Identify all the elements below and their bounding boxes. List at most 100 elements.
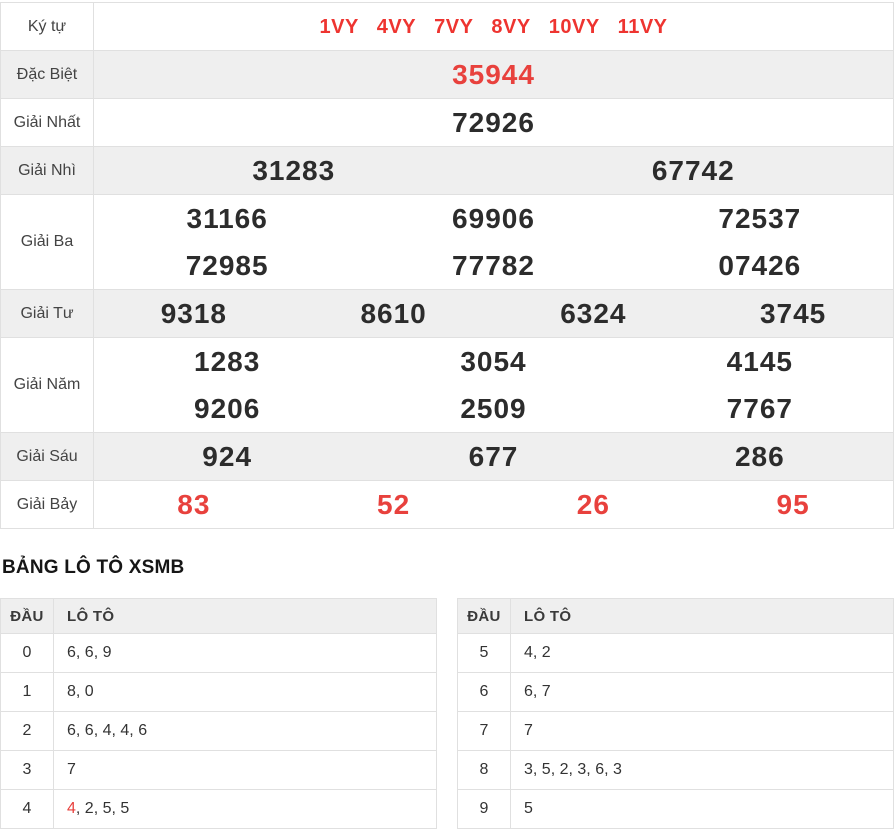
- prize-value: 677: [468, 440, 519, 472]
- loto-dau: 8: [457, 750, 511, 790]
- col-header-loto: LÔ TÔ: [510, 598, 894, 634]
- loto-value: 8: [67, 683, 76, 700]
- prize-value: 52: [377, 488, 411, 520]
- loto-value: 0: [84, 683, 94, 700]
- loto-value: 2: [559, 761, 569, 778]
- loto-values: 6, 7: [524, 683, 551, 700]
- loto-value: 6: [138, 722, 148, 739]
- prize-row: Giải Bảy 83 52 26 95: [0, 480, 894, 529]
- prize-value: 31283: [252, 154, 336, 186]
- loto-value: 2: [541, 644, 551, 661]
- prize-value: 9206: [194, 392, 261, 424]
- prize-label: Giải Bảy: [0, 480, 94, 529]
- prize-values: 9318 8610 6324 3745: [94, 290, 894, 338]
- kytu-value: 1VY: [319, 15, 359, 38]
- loto-row: 1 8, 0: [0, 672, 437, 712]
- prize-value: 3745: [759, 297, 827, 329]
- prize-value: 8610: [360, 297, 427, 329]
- loto-value: 6: [84, 644, 94, 661]
- prize-label: Ký tự: [0, 2, 94, 51]
- prize-label: Giải Tư: [0, 289, 94, 338]
- prize-line: 9318 8610 6324 3745: [94, 290, 893, 337]
- loto-values: 7: [511, 712, 894, 751]
- xsmb-results-page: Ký tự 1VY 4VY 7VY 8VY 10VY 11VY Đặc Biệt 35944 Gi…: [0, 2, 894, 829]
- prize-row: Giải Năm 1283 3054 4145 9206 2509 7767: [0, 337, 894, 433]
- prize-label: Giải Nhì: [0, 146, 94, 195]
- col-header-dau: ĐẦU: [457, 598, 511, 634]
- prize-values: 72926: [94, 99, 894, 147]
- loto-tables: ĐẦU LÔ TÔ 0 6, 6, 9 1 8, 0 2 6, 6, 4, 4, 6374…: [0, 598, 894, 829]
- loto-values: 3, 5, 2, 3, 6, 3: [524, 761, 622, 778]
- prize-values: 924 677 286: [94, 433, 894, 481]
- prize-values: 31283 67742: [94, 147, 894, 195]
- loto-dau: 9: [457, 789, 511, 829]
- col-header-dau: ĐẦU: [0, 598, 54, 634]
- prize-value: 95: [776, 488, 810, 520]
- loto-header-row: ĐẦU LÔ TÔ: [457, 598, 894, 634]
- loto-value: 7: [541, 683, 551, 700]
- prize-value: 924: [202, 440, 253, 472]
- prize-value: 7767: [726, 392, 793, 424]
- prize-label: Đặc Biệt: [0, 50, 94, 99]
- prize-value: 72537: [718, 202, 802, 234]
- loto-value: 7: [524, 722, 533, 739]
- loto-values: 6, 6, 9: [67, 644, 112, 661]
- prize-value: 4145: [726, 345, 793, 377]
- loto-row: 8 3, 5, 2, 3, 6, 3: [457, 750, 894, 790]
- prize-value: 9318: [160, 297, 228, 329]
- prize-line: 1VY 4VY 7VY 8VY 10VY 11VY: [94, 3, 893, 50]
- loto-dau: 1: [0, 672, 54, 712]
- kytu-value: 11VY: [617, 15, 668, 38]
- loto-table-left: ĐẦU LÔ TÔ 0 6, 6, 9 1 8, 0 2 6, 6, 4, 4, 6374…: [0, 598, 437, 829]
- prize-line: 72926: [94, 99, 893, 146]
- prize-label: Giải Sáu: [0, 432, 94, 481]
- prize-values: 83 52 26 95: [94, 481, 894, 529]
- loto-value: 4: [120, 722, 130, 739]
- loto-dau: 5: [457, 633, 511, 673]
- loto-dau: 6: [457, 672, 511, 712]
- prize-value: 69906: [452, 202, 535, 234]
- loto-value: 9: [102, 644, 112, 661]
- kytu-value: 10VY: [548, 15, 600, 38]
- loto-row: 77: [457, 711, 894, 751]
- loto-dau: 0: [0, 633, 54, 673]
- loto-value: 6: [524, 683, 533, 700]
- prize-label: Giải Năm: [0, 337, 94, 433]
- loto-values: 6, 6, 4, 4, 6: [67, 722, 148, 739]
- prize-value: 72985: [185, 249, 269, 281]
- prize-line: 83 52 26 95: [94, 481, 893, 528]
- prize-row: Giải Sáu 924 677 286: [0, 432, 894, 481]
- loto-values: 7: [54, 751, 437, 790]
- loto-value: 6: [84, 722, 94, 739]
- loto-value: 2: [84, 800, 94, 817]
- loto-values: 4, 2: [524, 644, 551, 661]
- kytu-value: 8VY: [491, 15, 531, 38]
- loto-dau: 4: [0, 789, 54, 829]
- kytu-value: 7VY: [434, 15, 474, 38]
- prize-value: 31166: [186, 202, 268, 234]
- prize-row: Giải Ba 31166 69906 72537 72985 77782 07426: [0, 194, 894, 290]
- loto-values: 8, 0: [67, 683, 94, 700]
- prize-line: 72985 77782 07426: [94, 242, 893, 289]
- prize-value: 35944: [452, 58, 535, 90]
- prize-value: 2509: [460, 392, 527, 424]
- prize-value: 3054: [460, 345, 527, 377]
- prize-label: Giải Ba: [0, 194, 94, 290]
- loto-row: 95: [457, 789, 894, 829]
- prize-value: 6324: [560, 297, 627, 329]
- prize-value: 77782: [452, 249, 535, 281]
- loto-row: 4 4, 2, 5, 5: [0, 789, 437, 829]
- col-header-loto: LÔ TÔ: [53, 598, 437, 634]
- prize-row: Giải Tư 9318 8610 6324 3745: [0, 289, 894, 338]
- prize-row: Đặc Biệt 35944: [0, 50, 894, 99]
- loto-row: 0 6, 6, 9: [0, 633, 437, 673]
- prize-values: 35944: [94, 51, 894, 99]
- loto-header-row: ĐẦU LÔ TÔ: [0, 598, 437, 634]
- prize-values: 1VY 4VY 7VY 8VY 10VY 11VY: [94, 3, 894, 51]
- loto-row: 6 6, 7: [457, 672, 894, 712]
- loto-value: 5: [541, 761, 551, 778]
- prize-value: 07426: [718, 249, 802, 281]
- prize-value: 72926: [452, 106, 535, 138]
- prize-value: 67742: [651, 154, 735, 186]
- loto-row: 5 4, 2: [457, 633, 894, 673]
